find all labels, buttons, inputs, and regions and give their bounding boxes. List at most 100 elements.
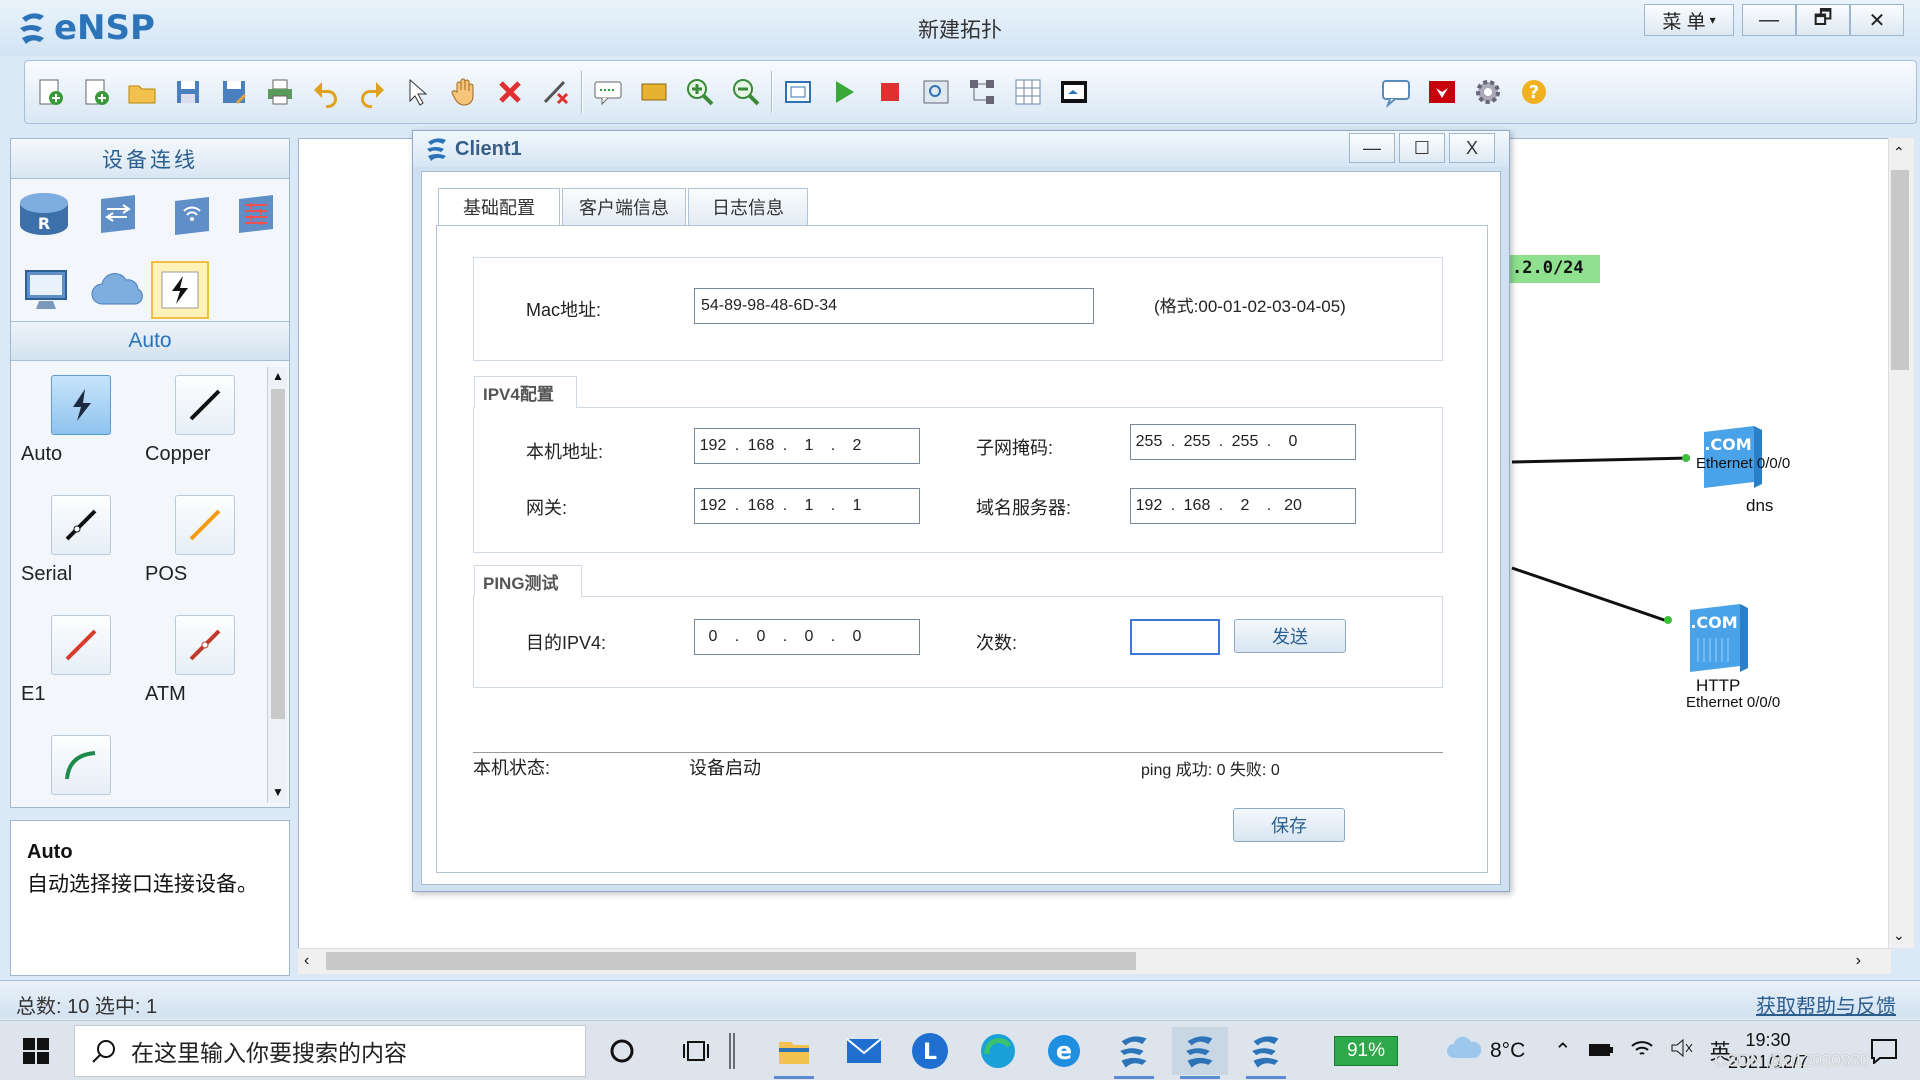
tab-basic-config[interactable]: 基础配置 xyxy=(438,188,560,226)
open-icon[interactable] xyxy=(121,71,163,113)
topology-icon[interactable] xyxy=(961,71,1003,113)
switch-icon[interactable] xyxy=(89,185,147,243)
new-example-icon[interactable] xyxy=(75,71,117,113)
edge-browser-icon[interactable] xyxy=(970,1027,1026,1075)
cable-ctl[interactable] xyxy=(21,731,141,801)
dns-server-field[interactable]: 192. 168. 2. 20 xyxy=(1130,488,1356,524)
text-note-icon[interactable] xyxy=(587,71,629,113)
save-button[interactable]: 保存 xyxy=(1233,808,1345,842)
delete-links-icon[interactable] xyxy=(535,71,577,113)
ie-browser-icon[interactable]: e xyxy=(1036,1027,1092,1075)
stop-device-icon[interactable] xyxy=(869,71,911,113)
grid-icon[interactable] xyxy=(1007,71,1049,113)
ensp-taskbar-icon[interactable] xyxy=(1106,1027,1162,1079)
scroll-left-icon[interactable]: ‹ xyxy=(304,952,309,970)
scroll-up-icon[interactable]: ⌃ xyxy=(1893,144,1905,161)
start-button[interactable] xyxy=(0,1021,72,1080)
ensp-taskbar-icon[interactable] xyxy=(1172,1027,1228,1079)
dialog-title-bar[interactable]: Client1 xyxy=(413,131,1509,167)
weather-widget[interactable]: 8°C xyxy=(1446,1021,1525,1080)
cable-e1[interactable]: E1 xyxy=(21,611,141,729)
scroll-thumb[interactable] xyxy=(271,389,285,719)
notification-icon[interactable] xyxy=(1856,1027,1912,1075)
gateway-field[interactable]: 192. 168. 1. 1 xyxy=(694,488,920,524)
mail-icon[interactable] xyxy=(836,1027,892,1075)
fit-view-icon[interactable] xyxy=(777,71,819,113)
redo-icon[interactable] xyxy=(351,71,393,113)
horizontal-scroll-thumb[interactable] xyxy=(326,952,1136,970)
zoom-out-icon[interactable] xyxy=(725,71,767,113)
scroll-right-icon[interactable]: › xyxy=(1856,952,1861,970)
help-feedback-link[interactable]: 获取帮助与反馈 xyxy=(1756,990,1896,1019)
close-button[interactable]: ✕ xyxy=(1850,4,1904,36)
cable-auto[interactable]: Auto xyxy=(21,371,141,489)
wlan-icon[interactable] xyxy=(163,185,221,243)
tab-log-info[interactable]: 日志信息 xyxy=(688,188,808,226)
dest-ipv4-field[interactable]: 0.0.0.0 xyxy=(694,619,920,655)
delete-icon[interactable] xyxy=(489,71,531,113)
save-icon[interactable] xyxy=(167,71,209,113)
volume-mute-icon[interactable] xyxy=(1670,1038,1694,1064)
ensp-taskbar-icon[interactable] xyxy=(1238,1027,1294,1079)
capture-icon[interactable] xyxy=(915,71,957,113)
taskbar-search[interactable]: 在这里输入你要搜索的内容 xyxy=(74,1025,586,1077)
save-as-icon[interactable] xyxy=(213,71,255,113)
battery-icon[interactable] xyxy=(1588,1039,1614,1063)
settings-icon[interactable] xyxy=(1467,71,1509,113)
cable-list-scrollbar[interactable]: ▲ ▼ xyxy=(267,367,287,803)
dialog-close-button[interactable]: X xyxy=(1449,133,1495,163)
cable-pos[interactable]: POS xyxy=(145,491,265,609)
mac-address-field[interactable]: 54-89-98-48-6D-34 xyxy=(694,288,1094,324)
ping-count-field[interactable] xyxy=(1130,619,1220,655)
rectangle-icon[interactable] xyxy=(633,71,675,113)
router-icon[interactable]: R xyxy=(15,185,73,243)
undo-icon[interactable] xyxy=(305,71,347,113)
link-icon[interactable] xyxy=(151,261,209,319)
cable-copper[interactable]: Copper xyxy=(145,371,265,489)
minimize-button[interactable]: — xyxy=(1742,4,1796,36)
mac-format-hint: (格式:00-01-02-03-04-05) xyxy=(1154,297,1346,316)
battery-percent: 91% xyxy=(1334,1036,1398,1066)
server-node-http[interactable]: .COM xyxy=(1680,598,1754,679)
task-view-icon[interactable] xyxy=(668,1027,724,1075)
battery-widget[interactable]: 91% xyxy=(1334,1021,1398,1080)
chevron-up-icon[interactable]: ⌃ xyxy=(1554,1039,1572,1064)
file-explorer-icon[interactable] xyxy=(766,1027,822,1079)
cable-atm[interactable]: ATM xyxy=(145,611,265,729)
cloud-icon[interactable] xyxy=(89,261,147,319)
firewall-icon[interactable] xyxy=(227,185,285,243)
chevron-down-icon: ▾ xyxy=(1709,13,1716,27)
link-to-http[interactable] xyxy=(1511,566,1671,624)
scroll-up-icon[interactable]: ▲ xyxy=(270,369,286,385)
tab-client-info[interactable]: 客户端信息 xyxy=(562,188,686,226)
pan-hand-icon[interactable] xyxy=(443,71,485,113)
console-icon[interactable] xyxy=(1053,71,1095,113)
menu-button[interactable]: 菜 单 ▾ xyxy=(1644,4,1734,36)
vertical-scroll-thumb[interactable] xyxy=(1891,170,1909,370)
send-button[interactable]: 发送 xyxy=(1234,619,1346,653)
wifi-icon[interactable] xyxy=(1630,1038,1654,1064)
start-device-icon[interactable] xyxy=(823,71,865,113)
cortana-icon[interactable] xyxy=(594,1027,650,1075)
zoom-in-icon[interactable] xyxy=(679,71,721,113)
dialog-minimize-button[interactable]: — xyxy=(1349,133,1395,163)
chat-icon[interactable] xyxy=(1375,71,1417,113)
select-icon[interactable] xyxy=(397,71,439,113)
pos-cable-icon xyxy=(175,495,235,555)
scroll-down-icon[interactable]: ⌄ xyxy=(1893,927,1905,944)
print-icon[interactable] xyxy=(259,71,301,113)
restore-button[interactable]: 🗗 xyxy=(1796,4,1850,36)
new-topology-icon[interactable] xyxy=(29,71,71,113)
local-address-field[interactable]: 192. 168. 1. 2 xyxy=(694,428,920,464)
link-to-dns[interactable] xyxy=(1511,456,1691,464)
dialog-maximize-button[interactable]: ☐ xyxy=(1399,133,1445,163)
subnet-mask-field[interactable]: 255. 255. 255. 0 xyxy=(1130,424,1356,460)
l-app-icon[interactable]: L xyxy=(902,1027,958,1075)
pc-icon[interactable] xyxy=(17,261,75,319)
network-label[interactable]: .2.0/24 xyxy=(1508,255,1600,283)
scroll-down-icon[interactable]: ▼ xyxy=(270,785,286,801)
temperature: 8°C xyxy=(1490,1039,1526,1062)
cable-serial[interactable]: Serial xyxy=(21,491,141,609)
huawei-logo-icon[interactable] xyxy=(1421,71,1463,113)
help-icon[interactable]: ? xyxy=(1513,71,1555,113)
